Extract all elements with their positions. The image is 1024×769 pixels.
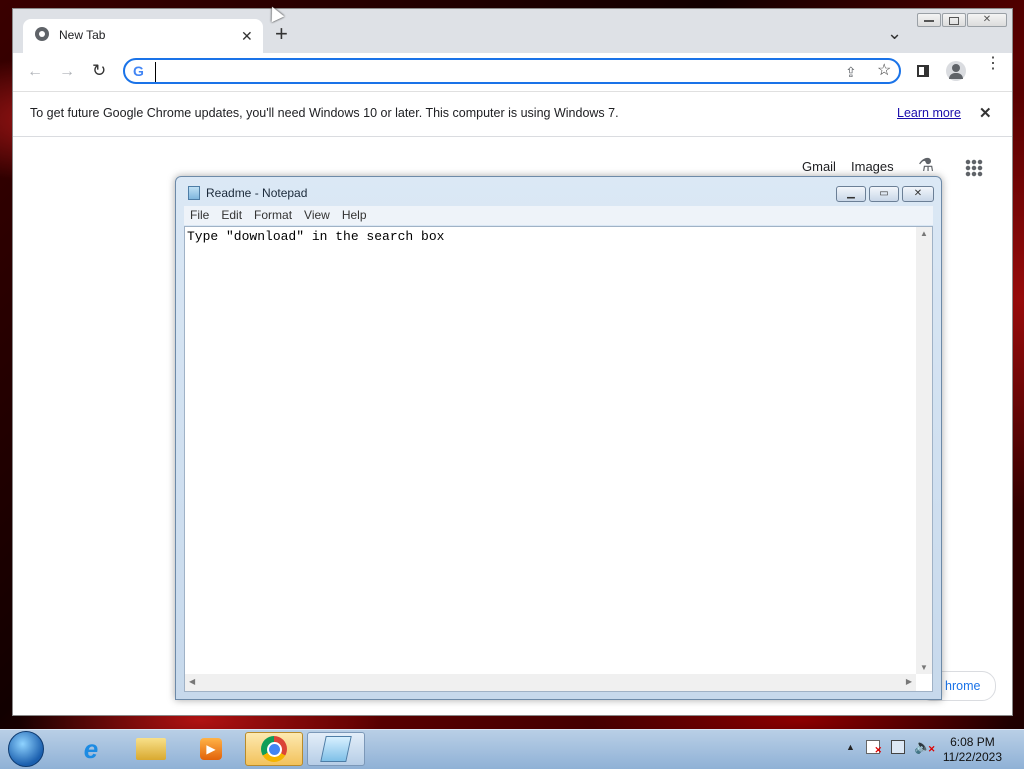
taskbar: e ▶ ▲ ✕ 🔈 ✕ 6:08 PM 11/22/2023 — [0, 729, 1024, 769]
chrome-favicon-icon — [35, 27, 49, 41]
tab-strip: New Tab ✕ + ⌄ ✕ — [13, 9, 1012, 53]
close-window-button[interactable]: ✕ — [967, 13, 1007, 27]
notepad-maximize-button[interactable]: ▭ — [869, 186, 899, 202]
menu-format[interactable]: Format — [254, 206, 292, 225]
back-arrow-icon[interactable]: ← — [27, 64, 43, 80]
scroll-right-icon[interactable]: ▶ — [906, 677, 912, 686]
notepad-app-icon — [188, 186, 200, 200]
menu-file[interactable]: File — [190, 206, 209, 225]
internet-explorer-icon[interactable]: e — [62, 732, 120, 766]
infobar-close-icon[interactable]: ✕ — [979, 104, 992, 122]
address-input[interactable] — [155, 62, 800, 82]
gmail-link[interactable]: Gmail — [802, 159, 836, 174]
volume-muted-icon[interactable]: 🔈 ✕ — [914, 738, 935, 755]
menu-help[interactable]: Help — [342, 206, 367, 225]
scroll-left-icon[interactable]: ◀ — [189, 677, 195, 686]
network-icon[interactable] — [891, 740, 905, 754]
scroll-down-icon[interactable]: ▼ — [920, 663, 928, 672]
google-g-icon: G — [133, 63, 144, 79]
notepad-window: Readme - Notepad ▁ ▭ ✕ File Edit Format Vie… — [175, 176, 942, 700]
new-tab-button[interactable]: + — [275, 23, 288, 45]
learn-more-link[interactable]: Learn more — [897, 106, 961, 120]
scroll-up-icon[interactable]: ▲ — [920, 229, 928, 238]
infobar-message: To get future Google Chrome updates, you… — [30, 106, 619, 120]
notepad-content: Type "download" in the search box — [187, 229, 445, 244]
media-player-icon[interactable]: ▶ — [182, 732, 240, 766]
customize-chrome-label: hrome — [945, 679, 981, 693]
address-bar[interactable]: G ⇪ ☆ — [123, 58, 901, 84]
start-orb-icon[interactable] — [8, 731, 44, 767]
update-infobar: To get future Google Chrome updates, you… — [13, 92, 1012, 137]
maximize-button[interactable] — [942, 13, 966, 27]
notepad-text-area[interactable]: Type "download" in the search box ▲ ▼ ◀ … — [184, 226, 933, 692]
tab-close-icon[interactable]: ✕ — [241, 28, 253, 44]
share-icon[interactable]: ⇪ — [845, 64, 857, 80]
minimize-button[interactable] — [917, 13, 941, 27]
notepad-title: Readme - Notepad — [206, 186, 308, 200]
profile-avatar-icon[interactable] — [946, 61, 966, 81]
clock-time: 6:08 PM — [950, 735, 995, 749]
side-panel-icon[interactable] — [917, 65, 929, 77]
file-explorer-icon[interactable] — [122, 732, 180, 766]
notepad-taskbar-icon[interactable] — [307, 732, 365, 766]
forward-arrow-icon[interactable]: → — [59, 64, 75, 80]
notepad-minimize-button[interactable]: ▁ — [836, 186, 866, 202]
horizontal-scrollbar[interactable]: ◀ ▶ — [185, 674, 916, 691]
clock-date: 11/22/2023 — [942, 750, 1002, 764]
action-center-icon[interactable]: ✕ — [866, 740, 882, 755]
tab-title: New Tab — [59, 28, 106, 42]
apps-grid-icon[interactable] — [965, 159, 983, 177]
menu-kebab-icon[interactable]: ⋮ — [985, 56, 1001, 72]
images-link[interactable]: Images — [851, 159, 894, 174]
menu-edit[interactable]: Edit — [221, 206, 242, 225]
tab-search-dropdown-icon[interactable]: ⌄ — [887, 23, 902, 44]
labs-flask-icon[interactable]: ⚗ — [918, 155, 934, 176]
show-hidden-icons-icon[interactable]: ▲ — [846, 742, 855, 752]
notepad-close-button[interactable]: ✕ — [902, 186, 934, 202]
notepad-menubar: File Edit Format View Help — [184, 206, 933, 225]
tab-new-tab[interactable]: New Tab ✕ — [23, 19, 263, 53]
menu-view[interactable]: View — [304, 206, 330, 225]
chrome-icon[interactable] — [245, 732, 303, 766]
vertical-scrollbar[interactable]: ▲ ▼ — [916, 227, 932, 674]
system-clock[interactable]: 6:08 PM 11/22/2023 — [943, 735, 1002, 765]
toolbar: ← → ↻ G ⇪ ☆ ⋮ — [13, 53, 1012, 92]
bookmark-star-icon[interactable]: ☆ — [877, 63, 891, 79]
reload-icon[interactable]: ↻ — [92, 62, 106, 79]
